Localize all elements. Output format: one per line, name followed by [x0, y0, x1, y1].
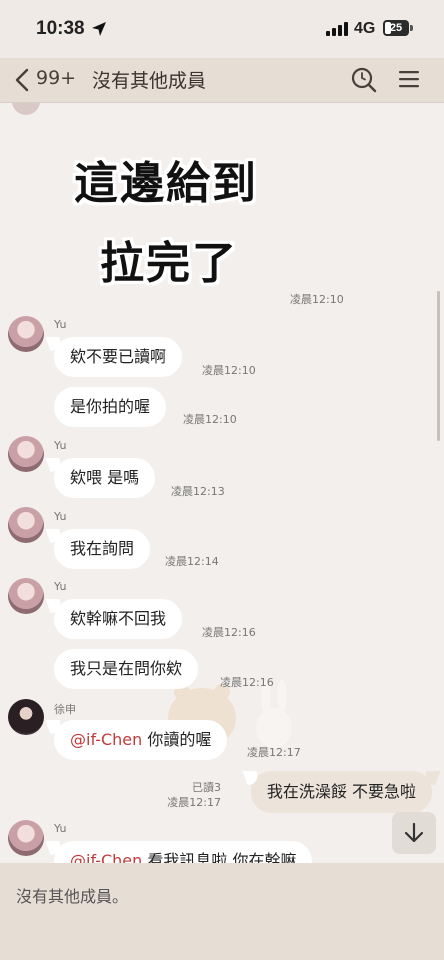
chat-title: 沒有其他成員 — [92, 70, 207, 92]
sender-name: Yu — [54, 580, 67, 593]
battery-icon: 25 — [383, 20, 409, 36]
message-text: 看我訊息啦 你在幹嘛 — [142, 851, 297, 863]
menu-icon[interactable] — [398, 68, 420, 90]
message-bubble[interactable]: 我只是在問你欸 — [54, 649, 199, 689]
input-disabled-text: 沒有其他成員。 — [16, 887, 129, 906]
sender-name: 徐申 — [54, 703, 76, 716]
signal-icon — [326, 22, 348, 36]
message-bubble[interactable]: 欸喂 是嗎 — [54, 458, 156, 498]
message-bubble[interactable]: @if-Chen 看我訊息啦 你在幹嘛 — [54, 841, 313, 863]
avatar[interactable] — [8, 699, 44, 735]
message-time: 凌晨12:17 — [247, 746, 301, 759]
message-text: 你讀的喔 — [142, 730, 212, 749]
message-time: 凌晨12:17 — [167, 796, 221, 809]
read-receipt: 已讀3 — [192, 781, 221, 794]
network-type: 4G — [354, 20, 376, 37]
message-time: 凌晨12:10 — [290, 293, 344, 306]
chat-messages[interactable]: 這邊給到 拉完了 凌晨12:10 Yu 欸不要已讀啊 凌晨12:10 是你拍的喔… — [0, 103, 444, 863]
sender-name: Yu — [54, 822, 67, 835]
message-bubble[interactable]: 欸幹嘛不回我 — [54, 599, 183, 639]
message-time: 凌晨12:16 — [202, 626, 256, 639]
chevron-left-icon[interactable] — [14, 68, 30, 92]
message-bubble[interactable]: 我在詢問 — [54, 529, 151, 569]
message-bubble[interactable]: 是你拍的喔 — [54, 387, 167, 427]
scrollbar[interactable] — [437, 291, 440, 441]
mention-tag[interactable]: @if-Chen — [70, 851, 142, 863]
battery-percent: 25 — [389, 22, 403, 34]
battery-tip — [410, 25, 413, 31]
avatar[interactable] — [8, 820, 44, 856]
input-bar[interactable]: 沒有其他成員。 — [0, 863, 444, 960]
sticker-line[interactable]: 拉完了 — [100, 227, 238, 291]
unread-count[interactable]: 99+ — [36, 67, 76, 89]
mention-tag[interactable]: @if-Chen — [70, 730, 142, 749]
location-arrow-icon — [92, 22, 106, 36]
message-time: 凌晨12:14 — [165, 555, 219, 568]
avatar[interactable] — [12, 103, 40, 115]
message-time: 凌晨12:10 — [202, 364, 256, 377]
message-bubble[interactable]: 我在洗澡餒 不要急啦 — [250, 771, 432, 813]
status-time: 10:38 — [36, 18, 85, 39]
sender-name: Yu — [54, 510, 67, 523]
message-bubble[interactable]: @if-Chen 你讀的喔 — [54, 720, 228, 760]
scroll-to-bottom-button[interactable] — [392, 812, 436, 854]
avatar[interactable] — [8, 436, 44, 472]
avatar[interactable] — [8, 507, 44, 543]
sender-name: Yu — [54, 439, 67, 452]
avatar[interactable] — [8, 316, 44, 352]
message-bubble[interactable]: 欸不要已讀啊 — [54, 337, 183, 377]
avatar[interactable] — [8, 578, 44, 614]
status-bar: 10:38 4G 25 — [0, 0, 444, 58]
sender-name: Yu — [54, 318, 67, 331]
arrow-down-icon — [404, 822, 424, 843]
message-time: 凌晨12:10 — [183, 413, 237, 426]
sticker-line[interactable]: 這邊給到 — [74, 147, 258, 211]
message-time: 凌晨12:16 — [220, 676, 274, 689]
search-icon[interactable] — [350, 66, 378, 94]
message-time: 凌晨12:13 — [171, 485, 225, 498]
chat-header: 99+ 沒有其他成員 — [0, 58, 444, 103]
